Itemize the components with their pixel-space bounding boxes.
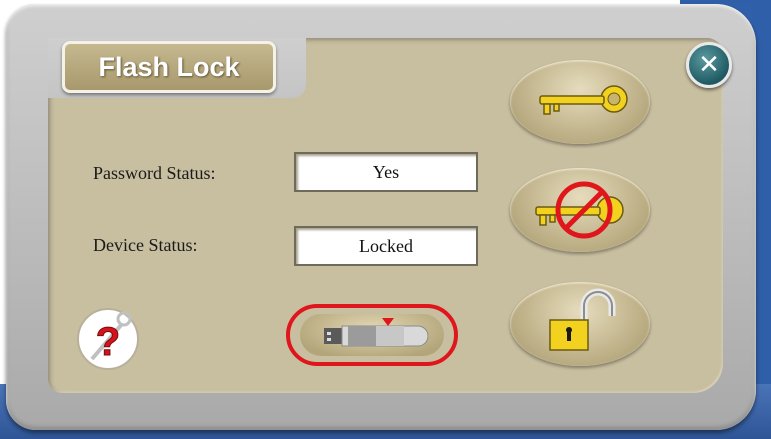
lock-device-button[interactable] xyxy=(286,304,458,366)
key-icon xyxy=(539,85,628,115)
app-title: Flash Lock xyxy=(62,41,276,93)
unlock-button[interactable] xyxy=(510,282,650,366)
set-password-button[interactable] xyxy=(510,60,650,144)
unlock-padlock-icon xyxy=(549,288,616,351)
help-key-icon: ? xyxy=(77,308,139,370)
lock-device-button-face xyxy=(300,314,444,356)
close-button[interactable]: ✕ xyxy=(686,42,732,88)
password-status-label: Password Status: xyxy=(93,163,216,183)
help-button[interactable]: ? xyxy=(72,305,144,371)
key-forbidden-icon xyxy=(535,181,624,239)
remove-password-button[interactable] xyxy=(510,168,650,252)
password-status-field: Yes xyxy=(294,152,478,192)
device-status-label: Device Status: xyxy=(93,235,198,255)
usb-drive-icon xyxy=(324,318,429,347)
svg-text:?: ? xyxy=(96,320,120,364)
device-status-field: Locked xyxy=(294,226,478,266)
close-icon: ✕ xyxy=(698,50,720,80)
